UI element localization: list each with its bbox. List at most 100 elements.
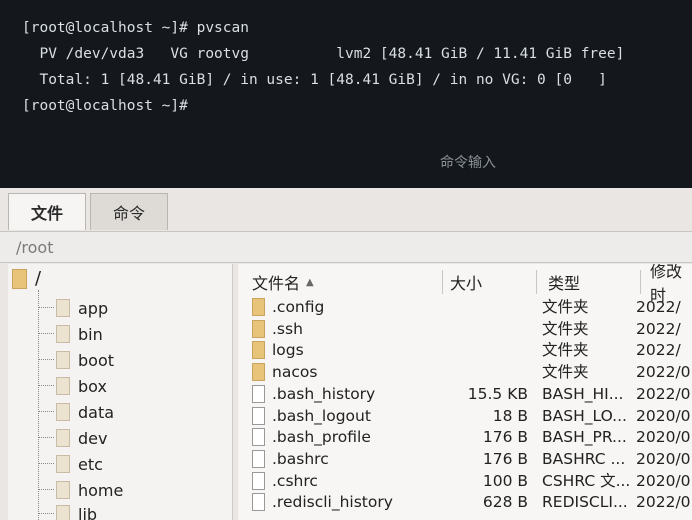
file-icon	[252, 406, 265, 425]
file-list: 文件名 ▲ 大小 类型 修改时 .config 文件夹 2022/ .ssh 文件夹 202…	[238, 264, 692, 520]
file-modified: 2020/0	[636, 449, 691, 468]
folder-icon	[56, 299, 70, 317]
file-name: .cshrc	[272, 471, 318, 490]
path-text: /root	[16, 238, 54, 257]
folder-icon	[56, 481, 70, 499]
column-header-type[interactable]: 类型	[548, 270, 580, 294]
file-row[interactable]: .bashrc 176 B BASHRC ... 2020/0	[238, 448, 692, 470]
tree-connector	[38, 513, 54, 515]
folder-icon	[252, 298, 265, 316]
command-input[interactable]: 命令输入	[388, 152, 548, 174]
file-type: 文件夹	[542, 363, 589, 382]
file-name: .bash_logout	[272, 406, 371, 425]
tree-connector	[38, 411, 54, 413]
folder-icon	[252, 319, 265, 338]
file-type: BASH_HI...	[542, 384, 624, 403]
tree-item-boot[interactable]: boot	[38, 348, 114, 372]
tree-connector	[38, 437, 54, 439]
file-type: 文件夹	[542, 298, 589, 316]
path-bar[interactable]: /root	[0, 231, 692, 263]
tree-item-box[interactable]: box	[38, 374, 107, 398]
file-type: BASHRC ...	[542, 449, 626, 468]
file-name: .bash_history	[272, 384, 376, 403]
file-name: .bashrc	[272, 449, 329, 468]
tree-root-label: /	[35, 268, 42, 289]
tree-item-label: home	[78, 480, 124, 500]
folder-icon	[56, 455, 70, 473]
file-icon	[252, 428, 265, 447]
tree-connector	[38, 463, 54, 465]
file-size: 176 B	[482, 449, 528, 468]
tree-item-label: bin	[78, 324, 103, 344]
file-size: 100 B	[482, 471, 528, 490]
file-modified: 2020/0	[636, 428, 691, 447]
tree-item-label: dev	[78, 428, 108, 448]
tree-item-bin[interactable]: bin	[38, 322, 103, 346]
tree-item-lib[interactable]: lib	[38, 502, 97, 520]
column-divider[interactable]	[442, 270, 443, 294]
tree-connector	[38, 307, 54, 309]
folder-icon	[56, 429, 70, 447]
column-header-modified[interactable]: 修改时	[650, 264, 692, 305]
tab-bar: 文件 命令	[8, 193, 172, 231]
file-modified: 2022/	[636, 319, 681, 338]
file-type: REDISCLI...	[542, 493, 628, 512]
terminal[interactable]: [root@localhost ~]# pvscan PV /dev/vda3 …	[0, 0, 692, 190]
column-header-size[interactable]: 大小	[450, 270, 482, 294]
file-row[interactable]: .cshrc 100 B CSHRC 文... 2020/0	[238, 470, 692, 492]
terminal-line: Total: 1 [48.41 GiB] / in use: 1 [48.41 …	[22, 72, 607, 88]
tree-item-app[interactable]: app	[38, 296, 108, 320]
column-divider[interactable]	[536, 270, 537, 294]
file-row[interactable]: .bash_history 15.5 KB BASH_HI... 2022/0	[238, 383, 692, 405]
tree-connector	[38, 359, 54, 361]
file-type: CSHRC 文...	[542, 471, 631, 490]
tree-item-label: etc	[78, 454, 103, 474]
file-modified: 2022/	[636, 298, 681, 316]
tree-item-home[interactable]: home	[38, 478, 123, 502]
file-modified: 2022/	[636, 341, 681, 360]
file-row[interactable]: logs 文件夹 2022/	[238, 339, 692, 361]
file-name: .rediscli_history	[272, 493, 393, 512]
column-header-label: 文件名	[252, 274, 301, 293]
sort-ascending-icon: ▲	[306, 276, 314, 288]
file-row[interactable]: .config 文件夹 2022/	[238, 296, 692, 318]
file-type: BASH_PR...	[542, 428, 627, 447]
tree-item-data[interactable]: data	[38, 400, 114, 424]
file-row[interactable]: .bash_profile 176 B BASH_PR... 2020/0	[238, 426, 692, 448]
file-manager-panel: 文件 命令 /root / app bin boot box data dev …	[0, 188, 692, 520]
file-name: .bash_profile	[272, 428, 371, 447]
tab-commands[interactable]: 命令	[90, 193, 169, 230]
column-header-name[interactable]: 文件名 ▲	[252, 270, 314, 294]
terminal-line: [root@localhost ~]#	[22, 98, 188, 114]
file-size: 15.5 KB	[467, 384, 528, 403]
file-row[interactable]: .rediscli_history 628 B REDISCLI... 2022/0	[238, 491, 692, 513]
file-icon	[252, 449, 265, 468]
file-modified: 2022/0	[636, 384, 691, 403]
file-row[interactable]: .ssh 文件夹 2022/	[238, 318, 692, 340]
folder-icon	[12, 268, 27, 289]
file-icon	[252, 493, 265, 512]
tree-item-etc[interactable]: etc	[38, 452, 103, 476]
file-row[interactable]: .bash_logout 18 B BASH_LO... 2020/0	[238, 405, 692, 427]
tree-item-label: data	[78, 402, 115, 422]
file-icon	[252, 471, 265, 490]
tree-item-dev[interactable]: dev	[38, 426, 107, 450]
file-size: 628 B	[482, 493, 528, 512]
folder-icon	[252, 363, 265, 382]
file-type: BASH_LO...	[542, 406, 627, 425]
file-row[interactable]: nacos 文件夹 2022/0	[238, 361, 692, 383]
tree-connector	[38, 489, 54, 491]
file-modified: 2022/0	[636, 493, 691, 512]
tab-files[interactable]: 文件	[8, 193, 87, 230]
file-name: .config	[272, 298, 325, 316]
file-modified: 2020/0	[636, 471, 691, 490]
folder-icon	[56, 377, 70, 395]
file-type: 文件夹	[542, 341, 589, 360]
tree-item-label: lib	[78, 504, 98, 520]
tree-root[interactable]: /	[12, 268, 41, 289]
tree-connector	[38, 333, 54, 335]
file-icon	[252, 384, 265, 403]
file-type: 文件夹	[542, 319, 589, 338]
column-divider[interactable]	[640, 270, 641, 294]
file-size: 176 B	[482, 428, 528, 447]
